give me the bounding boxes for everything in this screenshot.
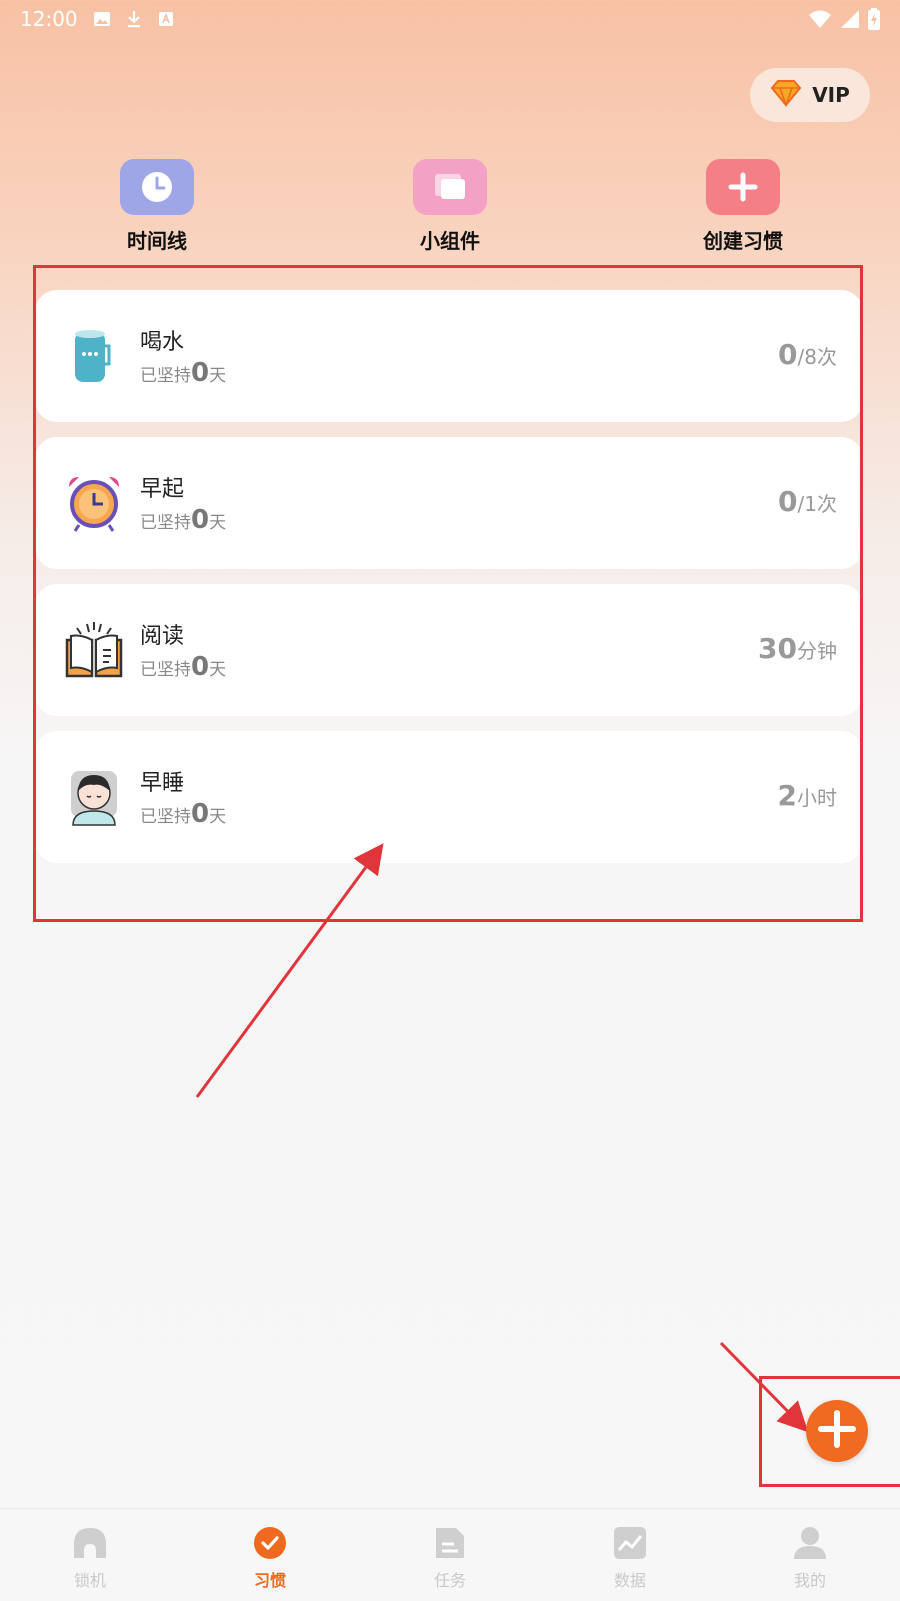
chart-icon	[612, 1525, 648, 1561]
add-habit-fab[interactable]	[806, 1400, 868, 1462]
bottom-nav: 锁机 习惯 任务 数据 我的	[0, 1508, 900, 1601]
nav-label: 我的	[793, 1571, 826, 1590]
nav-item-habit[interactable]: 习惯	[180, 1509, 360, 1601]
check-circle-icon	[252, 1525, 288, 1561]
nav-label: 数据	[613, 1571, 646, 1590]
nav-item-data[interactable]: 数据	[540, 1509, 720, 1601]
nav-item-profile[interactable]: 我的	[720, 1509, 900, 1601]
nav-item-lock[interactable]: 锁机	[0, 1509, 180, 1601]
nav-item-task[interactable]: 任务	[360, 1509, 540, 1601]
plus-icon	[817, 1409, 857, 1453]
user-icon	[792, 1525, 828, 1561]
nav-label: 任务	[433, 1571, 466, 1590]
nav-label: 习惯	[253, 1571, 286, 1590]
lock-icon	[72, 1525, 108, 1561]
document-icon	[432, 1525, 468, 1561]
annotation-arrows	[195, 843, 809, 1433]
nav-label: 锁机	[73, 1571, 106, 1590]
